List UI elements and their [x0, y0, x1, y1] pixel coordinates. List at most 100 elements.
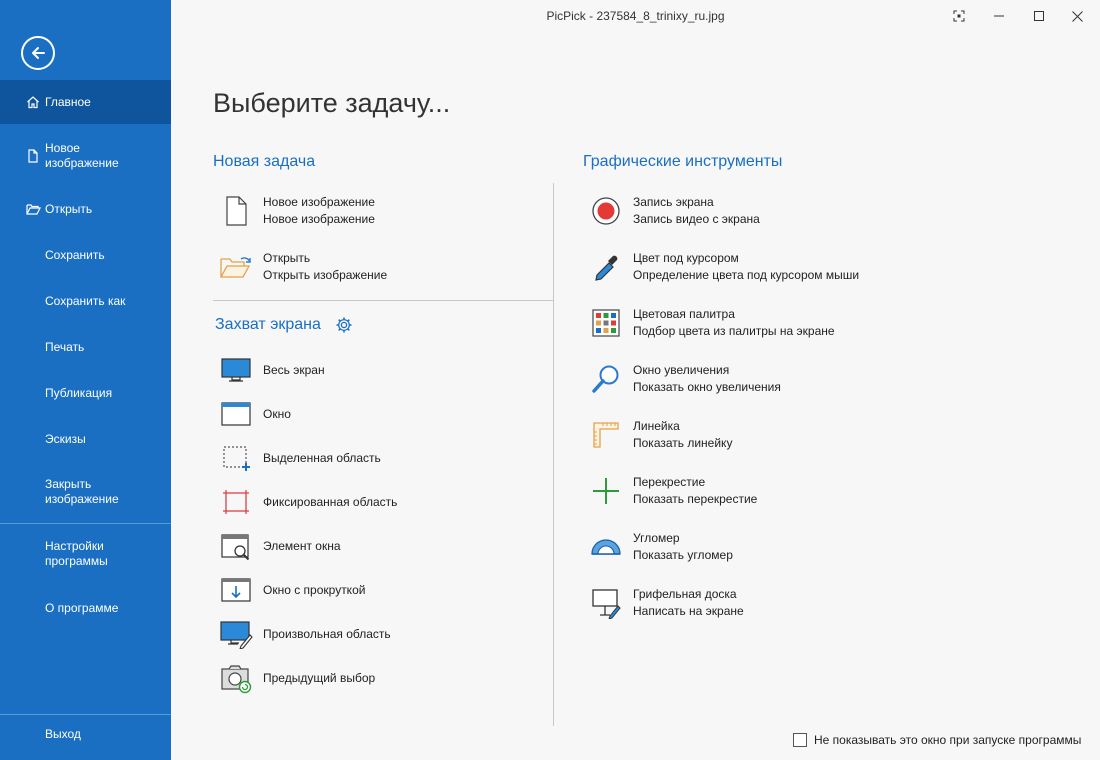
capture-region[interactable]: Выделенная область: [219, 441, 381, 475]
tool-subtitle: Показать угломер: [633, 548, 733, 562]
eyedropper-icon: [589, 250, 623, 284]
folder-open-icon: [25, 201, 41, 217]
tool-title: Запись экрана: [633, 195, 714, 209]
arrow-left-icon: [32, 47, 45, 59]
home-icon: [25, 94, 41, 110]
close-icon: [1071, 10, 1083, 22]
sidebar-item-print[interactable]: Печать: [0, 339, 171, 355]
task-open[interactable]: Открыть Открыть изображение: [219, 250, 387, 284]
maximize-icon: [1034, 11, 1044, 21]
task-title: Открыть: [263, 251, 311, 265]
window-element-icon: [219, 529, 253, 563]
task-subtitle: Новое изображение: [263, 212, 375, 226]
task-title: Новое изображение: [263, 195, 375, 209]
screenshot-button[interactable]: [939, 0, 979, 32]
checkbox-box[interactable]: [793, 733, 807, 747]
tool-subtitle: Показать перекрестие: [633, 492, 758, 506]
sidebar-item-label: Новое изображение: [45, 141, 119, 170]
sidebar-item-exit[interactable]: Выход: [0, 726, 171, 742]
sidebar-item-home[interactable]: Главное: [0, 80, 171, 124]
sidebar: Главное Новое изображение Открыть Сохран…: [0, 0, 171, 760]
section-title-capture: Захват экрана: [215, 316, 321, 333]
sidebar-item-save-as[interactable]: Сохранить как: [0, 293, 171, 309]
tool-title: Цвет под курсором: [633, 251, 739, 265]
protractor-icon: [589, 530, 623, 564]
tool-screen-recorder[interactable]: Запись экрана Запись видео с экрана: [589, 194, 760, 228]
tool-whiteboard[interactable]: Грифельная доска Написать на экране: [589, 586, 744, 620]
capture-label: Предыдущий выбор: [263, 671, 376, 685]
capture-full-screen[interactable]: Весь экран: [219, 353, 325, 387]
sidebar-item-publish[interactable]: Публикация: [0, 385, 171, 401]
capture-label: Весь экран: [263, 363, 325, 377]
capture-window-element[interactable]: Элемент окна: [219, 529, 341, 563]
sidebar-item-label: Сохранить: [45, 247, 105, 262]
tool-subtitle: Подбор цвета из палитры на экране: [633, 324, 835, 338]
section-title-tools: Графические инструменты: [583, 153, 783, 170]
dont-show-checkbox[interactable]: Не показывать это окно при запуске прогр…: [793, 733, 1081, 747]
column-divider: [553, 183, 554, 726]
capture-label: Окно с прокруткой: [263, 583, 366, 597]
tool-magnifier[interactable]: Окно увеличения Показать окно увеличения: [589, 362, 781, 396]
ruler-icon: [589, 418, 623, 452]
tool-color-picker[interactable]: Цвет под курсором Определение цвета под …: [589, 250, 859, 284]
tool-title: Грифельная доска: [633, 587, 737, 601]
capture-freehand[interactable]: Произвольная область: [219, 617, 391, 651]
new-file-icon: [25, 148, 41, 164]
task-new-image[interactable]: Новое изображение Новое изображение: [219, 194, 375, 228]
gear-icon: [336, 317, 352, 333]
sidebar-item-label: Выход: [45, 726, 81, 741]
tool-ruler[interactable]: Линейка Показать линейку: [589, 418, 732, 452]
capture-label: Произвольная область: [263, 627, 391, 641]
tool-title: Линейка: [633, 419, 680, 433]
sidebar-item-thumbnails[interactable]: Эскизы: [0, 431, 171, 447]
freehand-region-icon: [219, 617, 253, 651]
sidebar-item-label: Сохранить как: [45, 293, 126, 308]
capture-fixed-region[interactable]: Фиксированная область: [219, 485, 397, 519]
sidebar-item-new-image[interactable]: Новое изображение: [0, 140, 171, 172]
sidebar-item-settings[interactable]: Настройки программы: [0, 538, 171, 570]
capture-window[interactable]: Окно: [219, 397, 291, 431]
tool-crosshair[interactable]: Перекрестие Показать перекрестие: [589, 474, 757, 508]
minimize-button[interactable]: [979, 0, 1019, 32]
title-bar: PicPick - 237584_8_trinixy_ru.jpg: [171, 0, 1100, 34]
tool-color-palette[interactable]: Цветовая палитра Подбор цвета из палитры…: [589, 306, 835, 340]
tool-title: Угломер: [633, 531, 680, 545]
capture-frame-icon: [953, 10, 965, 22]
sidebar-item-open[interactable]: Открыть: [0, 201, 171, 217]
fixed-region-icon: [219, 485, 253, 519]
capture-label: Выделенная область: [263, 451, 381, 465]
tool-subtitle: Показать линейку: [633, 436, 733, 450]
capture-settings-button[interactable]: [335, 316, 353, 334]
sidebar-item-label: Эскизы: [45, 431, 86, 446]
sidebar-item-about[interactable]: О программе: [0, 600, 171, 616]
capture-label: Окно: [263, 407, 291, 421]
record-icon: [589, 194, 623, 228]
capture-repeat[interactable]: Предыдущий выбор: [219, 661, 375, 695]
whiteboard-icon: [589, 586, 623, 620]
sidebar-item-label: Открыть: [45, 201, 93, 216]
repeat-capture-icon: [219, 661, 253, 695]
capture-label: Фиксированная область: [263, 495, 398, 509]
minimize-icon: [994, 15, 1004, 17]
tool-subtitle: Показать окно увеличения: [633, 380, 781, 394]
sidebar-item-save[interactable]: Сохранить: [0, 247, 171, 263]
sidebar-item-close-image[interactable]: Закрыть изображение: [0, 476, 171, 508]
magnifier-icon: [589, 362, 623, 396]
tool-subtitle: Определение цвета под курсором мыши: [633, 268, 860, 282]
maximize-button[interactable]: [1019, 0, 1059, 32]
tool-title: Перекрестие: [633, 475, 706, 489]
tool-title: Окно увеличения: [633, 363, 730, 377]
tool-protractor[interactable]: Угломер Показать угломер: [589, 530, 733, 564]
back-button[interactable]: [21, 36, 55, 70]
window-icon: [219, 397, 253, 431]
close-button[interactable]: [1057, 0, 1097, 32]
sidebar-item-label: Публикация: [45, 385, 113, 400]
task-subtitle: Открыть изображение: [263, 268, 388, 282]
section-title-new-task: Новая задача: [213, 153, 316, 170]
tool-subtitle: Запись видео с экрана: [633, 212, 760, 226]
tool-title: Цветовая палитра: [633, 307, 735, 321]
capture-scroll-window[interactable]: Окно с прокруткой: [219, 573, 365, 607]
sidebar-divider: [0, 523, 171, 524]
sidebar-item-label: Печать: [45, 339, 85, 354]
capture-label: Элемент окна: [263, 539, 341, 553]
